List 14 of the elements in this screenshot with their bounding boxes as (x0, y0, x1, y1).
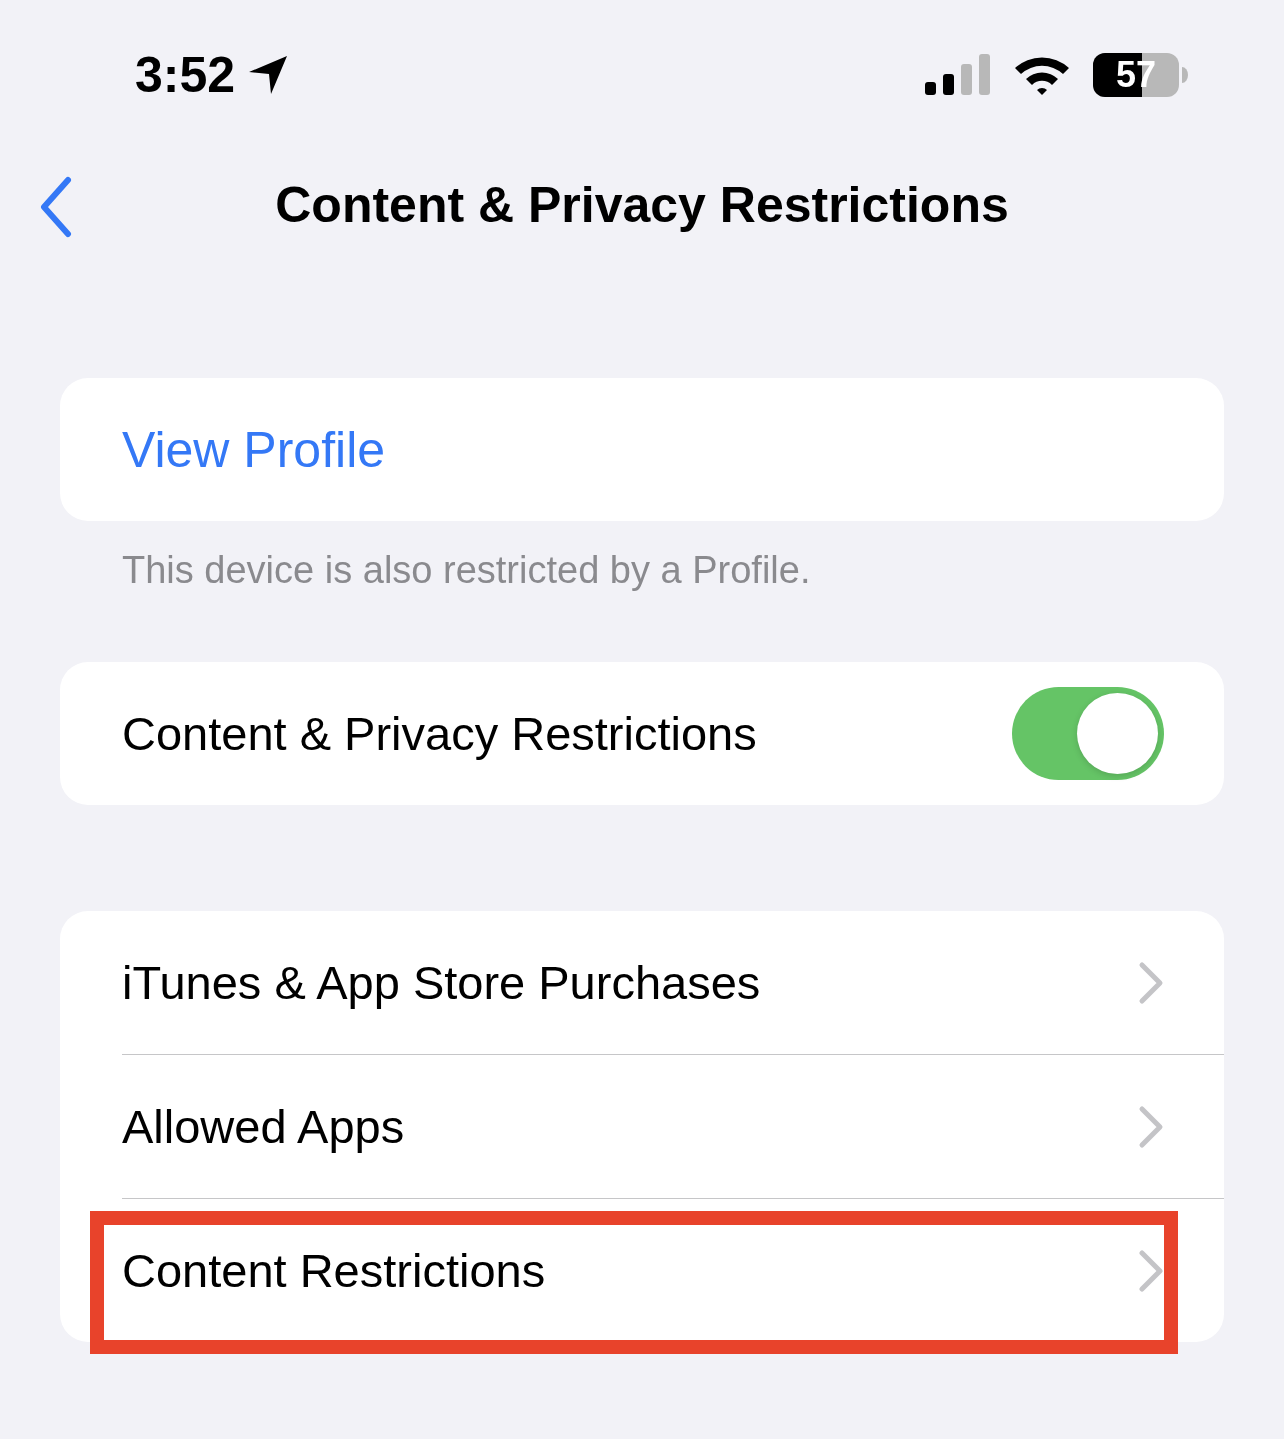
row-label: iTunes & App Store Purchases (122, 955, 761, 1010)
section-footer: This device is also restricted by a Profile. (122, 549, 1284, 592)
row-label: Allowed Apps (122, 1099, 405, 1154)
status-time: 3:52 (135, 46, 236, 104)
row-label: Content & Privacy Restrictions (122, 706, 757, 761)
row-label: Content Restrictions (122, 1243, 546, 1298)
page-title: Content & Privacy Restrictions (275, 176, 1009, 234)
chevron-icon (1138, 1248, 1164, 1293)
signal-icon (925, 54, 991, 96)
chevron-icon (1138, 960, 1164, 1005)
location-arrow-icon (247, 54, 290, 96)
view-profile-link[interactable]: View Profile (122, 420, 386, 479)
chevron-icon (1138, 1104, 1164, 1149)
battery-tip-icon (1182, 67, 1188, 83)
